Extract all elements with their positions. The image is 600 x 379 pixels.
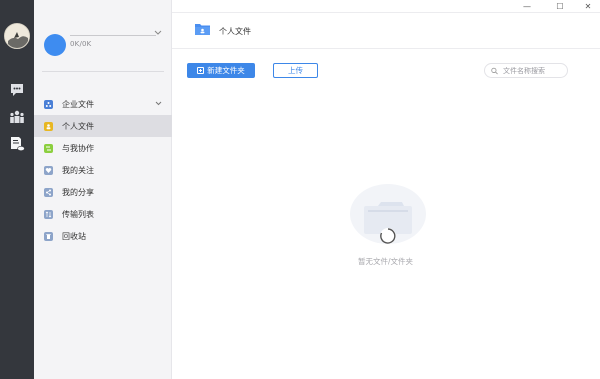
sidebar: 0K/0K 企业文件 个人文件 与我协作 我的关注 我的分享 传输列表 回收站 xyxy=(34,0,172,379)
sidebar-item-recycle-bin[interactable]: 回收站 xyxy=(34,225,172,247)
sidebar-item-label: 回收站 xyxy=(62,231,86,241)
sidebar-item-label: 传输列表 xyxy=(62,209,94,219)
contacts-icon[interactable] xyxy=(9,110,25,124)
cloud-document-icon[interactable] xyxy=(9,137,25,152)
enterprise-folder-icon xyxy=(44,99,53,109)
empty-state-message: 暂无文件/文件夹 xyxy=(358,257,414,266)
share-icon xyxy=(44,187,53,197)
quota-progress-bar xyxy=(70,35,156,36)
quota-text: 0K/0K xyxy=(70,40,92,48)
sidebar-item-transfers[interactable]: 传输列表 xyxy=(34,203,172,225)
profile-avatar[interactable] xyxy=(44,34,66,56)
trash-icon xyxy=(44,231,53,241)
user-avatar[interactable] xyxy=(4,23,30,49)
divider xyxy=(172,48,600,49)
sidebar-item-label: 企业文件 xyxy=(62,99,94,109)
sidebar-item-personal-files[interactable]: 个人文件 xyxy=(34,115,172,137)
plus-icon xyxy=(197,67,205,74)
transfer-icon xyxy=(44,209,53,219)
chevron-down-icon[interactable] xyxy=(155,101,162,106)
sidebar-item-collaboration[interactable]: 与我协作 xyxy=(34,137,172,159)
new-folder-button[interactable]: 新建文件夹 xyxy=(187,63,255,78)
divider xyxy=(172,12,600,13)
chevron-down-icon[interactable] xyxy=(154,30,162,36)
sidebar-item-shares[interactable]: 我的分享 xyxy=(34,181,172,203)
chat-icon[interactable] xyxy=(9,83,25,97)
divider xyxy=(42,71,164,72)
sidebar-item-enterprise-files[interactable]: 企业文件 xyxy=(34,93,172,115)
sidebar-item-following[interactable]: 我的关注 xyxy=(34,159,172,181)
personal-folder-icon xyxy=(44,121,53,131)
folder-icon xyxy=(195,24,210,35)
new-folder-label: 新建文件夹 xyxy=(207,66,245,75)
heart-icon xyxy=(44,165,53,175)
sidebar-item-label: 与我协作 xyxy=(62,143,94,153)
collaboration-icon xyxy=(44,143,53,153)
close-button[interactable]: ✕ xyxy=(579,0,597,12)
search-input[interactable] xyxy=(503,66,567,75)
minimize-button[interactable]: — xyxy=(518,0,536,12)
app-rail xyxy=(0,0,34,379)
maximize-button[interactable]: ☐ xyxy=(551,0,569,12)
page-title: 个人文件 xyxy=(219,27,251,36)
sidebar-item-label: 我的关注 xyxy=(62,165,94,175)
sidebar-nav: 企业文件 个人文件 与我协作 我的关注 我的分享 传输列表 回收站 xyxy=(34,93,172,247)
upload-button[interactable]: 上传 xyxy=(273,63,318,78)
search-box[interactable] xyxy=(484,63,568,78)
upload-label: 上传 xyxy=(288,66,303,75)
sidebar-item-label: 我的分享 xyxy=(62,187,94,197)
search-icon xyxy=(491,67,498,74)
empty-folder-illustration xyxy=(350,184,426,244)
sidebar-item-label: 个人文件 xyxy=(62,121,94,131)
